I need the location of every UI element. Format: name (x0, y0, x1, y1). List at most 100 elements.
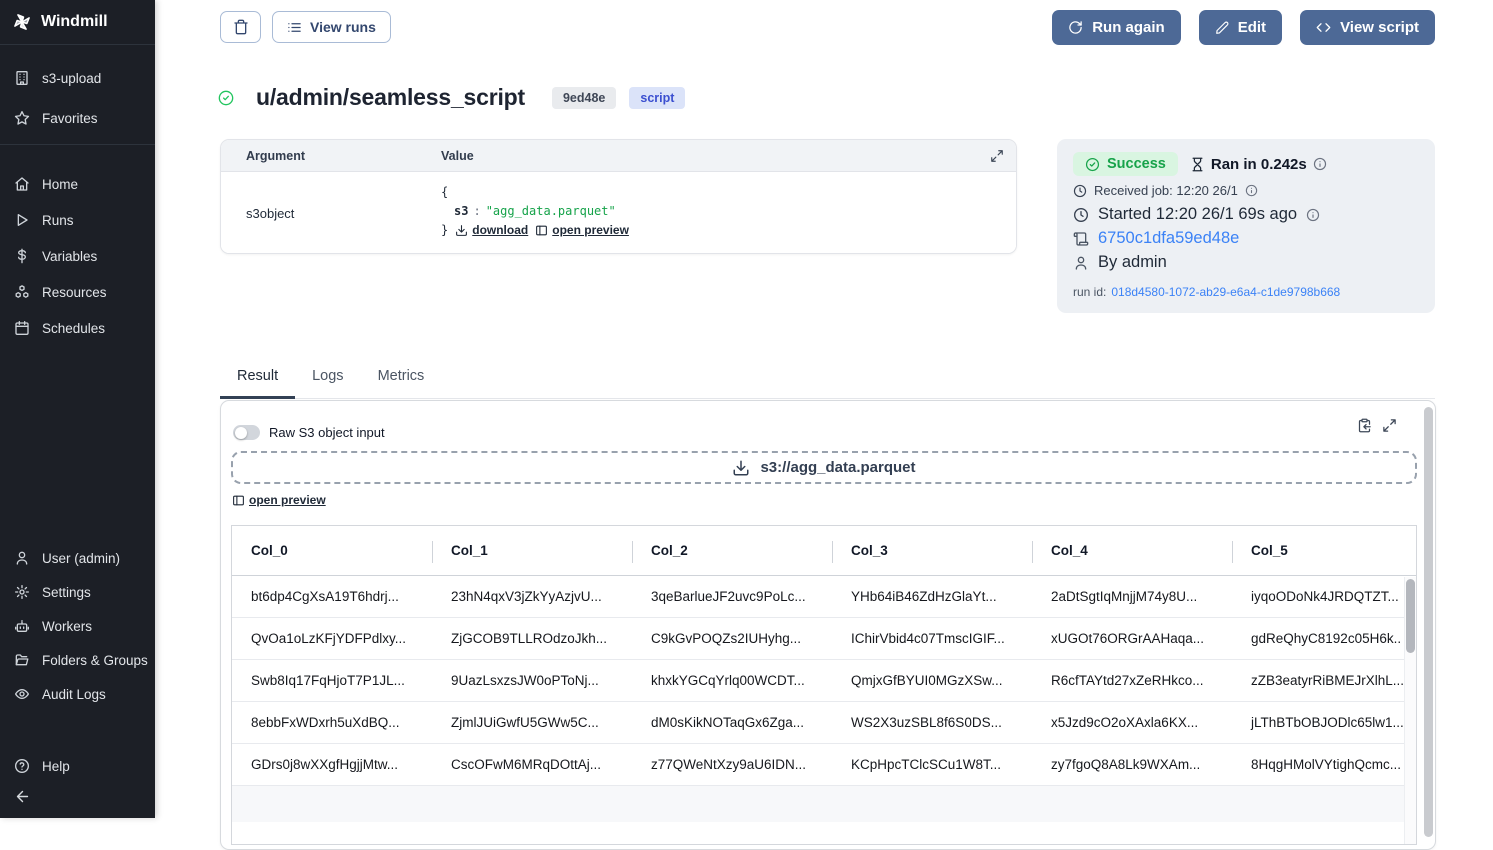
value-column-header: Value (441, 149, 990, 163)
sidebar-item-workers[interactable]: Workers (0, 609, 155, 643)
dollar-icon (14, 248, 30, 264)
table-header-row: Col_0 Col_1 Col_2 Col_3 Col_4 Col_5 (232, 526, 1416, 576)
open-preview-link[interactable]: open preview (535, 221, 629, 240)
column-header[interactable]: Col_1 (432, 543, 632, 558)
download-link[interactable]: download (455, 221, 528, 240)
argument-value: { s3:"agg_data.parquet" } download (441, 172, 1016, 253)
app-logo[interactable]: Windmill (0, 0, 155, 45)
folder-icon (14, 652, 30, 668)
expand-result-icon[interactable] (1382, 418, 1397, 433)
table-cell: z77QWeNtXzy9aU6IDN... (632, 757, 832, 772)
delete-run-button[interactable] (220, 11, 261, 43)
table-cell: 8ebbFxWDxrh5uXdBQ... (232, 715, 432, 730)
info-icon[interactable] (1306, 208, 1320, 222)
sidebar-item-settings[interactable]: Settings (0, 575, 155, 609)
pencil-icon (1215, 21, 1229, 35)
main-content: View runs Run again Edit View script u/a… (155, 0, 1493, 818)
check-circle-icon (1085, 157, 1100, 172)
clock-icon (1073, 184, 1087, 198)
table-cell: x5Jzd9cO2oXAxla6KX... (1032, 715, 1232, 730)
job-hash-line: 6750c1dfa59ed48e (1073, 229, 1419, 248)
calendar-icon (14, 320, 30, 336)
download-icon (732, 459, 750, 477)
column-header[interactable]: Col_2 (632, 543, 832, 558)
sidebar-item-label: Favorites (42, 111, 98, 126)
copy-result-icon[interactable] (1357, 418, 1372, 433)
result-scrollbar[interactable] (1424, 407, 1433, 837)
run-duration: Ran in 0.242s (1190, 156, 1327, 173)
tab-metrics[interactable]: Metrics (361, 366, 442, 398)
sidebar-item-home[interactable]: Home (0, 166, 155, 202)
collapse-sidebar-button[interactable] (14, 788, 31, 805)
download-icon (455, 224, 468, 237)
received-job-line: Received job: 12:20 26/1 (1073, 183, 1419, 198)
expand-arguments-icon[interactable] (990, 149, 1004, 163)
run-id-link[interactable]: 018d4580-1072-ab29-e6a4-c1de9798b668 (1111, 285, 1340, 299)
raw-s3-toggle-label: Raw S3 object input (269, 425, 385, 440)
sidebar-item-schedules[interactable]: Schedules (0, 310, 155, 346)
info-icon[interactable] (1245, 184, 1258, 197)
view-script-button[interactable]: View script (1300, 10, 1435, 45)
table-cell: gdReQhyC8192c05H6k.. (1232, 631, 1417, 646)
app-name: Windmill (41, 13, 108, 31)
open-preview-link[interactable]: open preview (232, 493, 326, 507)
panel-preview-icon (232, 494, 245, 507)
result-panel: Raw S3 object input s3://agg_data.parque… (220, 400, 1436, 850)
code-icon (1316, 20, 1331, 35)
clock-icon (1073, 207, 1089, 223)
sidebar-item-variables[interactable]: Variables (0, 238, 155, 274)
sidebar-item-label: Help (42, 759, 70, 774)
column-header[interactable]: Col_4 (1032, 543, 1232, 558)
sidebar-item-s3-upload[interactable]: s3-upload (0, 58, 155, 98)
table-cell: WS2X3uzSBL8f6S0DS... (832, 715, 1032, 730)
table-cell: 9UazLsxzsJW0oPToNj... (432, 673, 632, 688)
page-header: u/admin/seamless_script 9ed48e script (218, 84, 685, 111)
edit-button[interactable]: Edit (1199, 10, 1282, 45)
run-id-line: run id: 018d4580-1072-ab29-e6a4-c1de9798… (1073, 285, 1419, 299)
argument-name: s3object (221, 172, 441, 253)
raw-s3-toggle[interactable] (233, 425, 260, 440)
view-runs-button[interactable]: View runs (272, 11, 391, 43)
sidebar-item-label: Runs (42, 213, 74, 228)
sidebar-item-resources[interactable]: Resources (0, 274, 155, 310)
sidebar-item-favorites[interactable]: Favorites (0, 98, 155, 138)
table-cell: ZjmlJUiGwfU5GWw5C... (432, 715, 632, 730)
column-header[interactable]: Col_3 (832, 543, 1032, 558)
sidebar: Windmill s3-upload Favorites Home R (0, 0, 155, 818)
sidebar-item-label: Audit Logs (42, 687, 106, 702)
sidebar-item-runs[interactable]: Runs (0, 202, 155, 238)
table-scrollbar-thumb[interactable] (1406, 579, 1415, 653)
tab-logs[interactable]: Logs (295, 366, 360, 398)
s3-file-download-area[interactable]: s3://agg_data.parquet (231, 451, 1417, 484)
script-hash-badge: 9ed48e (552, 87, 616, 109)
table-row: bt6dp4CgXsA19T6hdrj... 23hN4qxV3jZkYyAzj… (232, 576, 1416, 618)
refresh-icon (1068, 20, 1083, 35)
table-row: 8ebbFxWDxrh5uXdBQ... ZjmlJUiGwfU5GWw5C..… (232, 702, 1416, 744)
arguments-table: Argument Value s3object { s3:"agg_data.p… (220, 139, 1017, 254)
table-cell: QmjxGfBYUI0MGzXSw... (832, 673, 1032, 688)
sidebar-item-folders-groups[interactable]: Folders & Groups (0, 643, 155, 677)
star-icon (14, 110, 30, 126)
sidebar-item-user[interactable]: User (admin) (0, 541, 155, 575)
column-header[interactable]: Col_0 (232, 543, 432, 558)
sidebar-item-audit-logs[interactable]: Audit Logs (0, 677, 155, 711)
table-row: Swb8Iq17FqHjoT7P1JL... 9UazLsxzsJW0oPToN… (232, 660, 1416, 702)
table-cell: jLThBTbOBJODlc65lw1... (1232, 715, 1417, 730)
table-cell: xUGOt76ORGrAAHaqa... (1032, 631, 1232, 646)
sidebar-item-help[interactable]: Help (0, 749, 155, 783)
info-icon[interactable] (1313, 157, 1327, 171)
help-circle-icon (14, 758, 30, 774)
table-scrollbar[interactable] (1404, 577, 1416, 844)
column-header[interactable]: Col_5 (1232, 543, 1417, 558)
view-runs-label: View runs (310, 19, 376, 35)
result-tabs: Result Logs Metrics (220, 366, 1435, 399)
table-cell: 23hN4qxV3jZkYyAzjvU... (432, 589, 632, 604)
list-icon (287, 20, 302, 35)
run-by-line: By admin (1073, 253, 1419, 272)
run-again-button[interactable]: Run again (1052, 10, 1181, 45)
job-hash-link[interactable]: 6750c1dfa59ed48e (1098, 229, 1239, 248)
table-cell: CscOFwM6MRqDOttAj... (432, 757, 632, 772)
result-data-table: Col_0 Col_1 Col_2 Col_3 Col_4 Col_5 bt6d… (231, 525, 1417, 845)
table-cell: Swb8Iq17FqHjoT7P1JL... (232, 673, 432, 688)
tab-result[interactable]: Result (220, 366, 295, 399)
